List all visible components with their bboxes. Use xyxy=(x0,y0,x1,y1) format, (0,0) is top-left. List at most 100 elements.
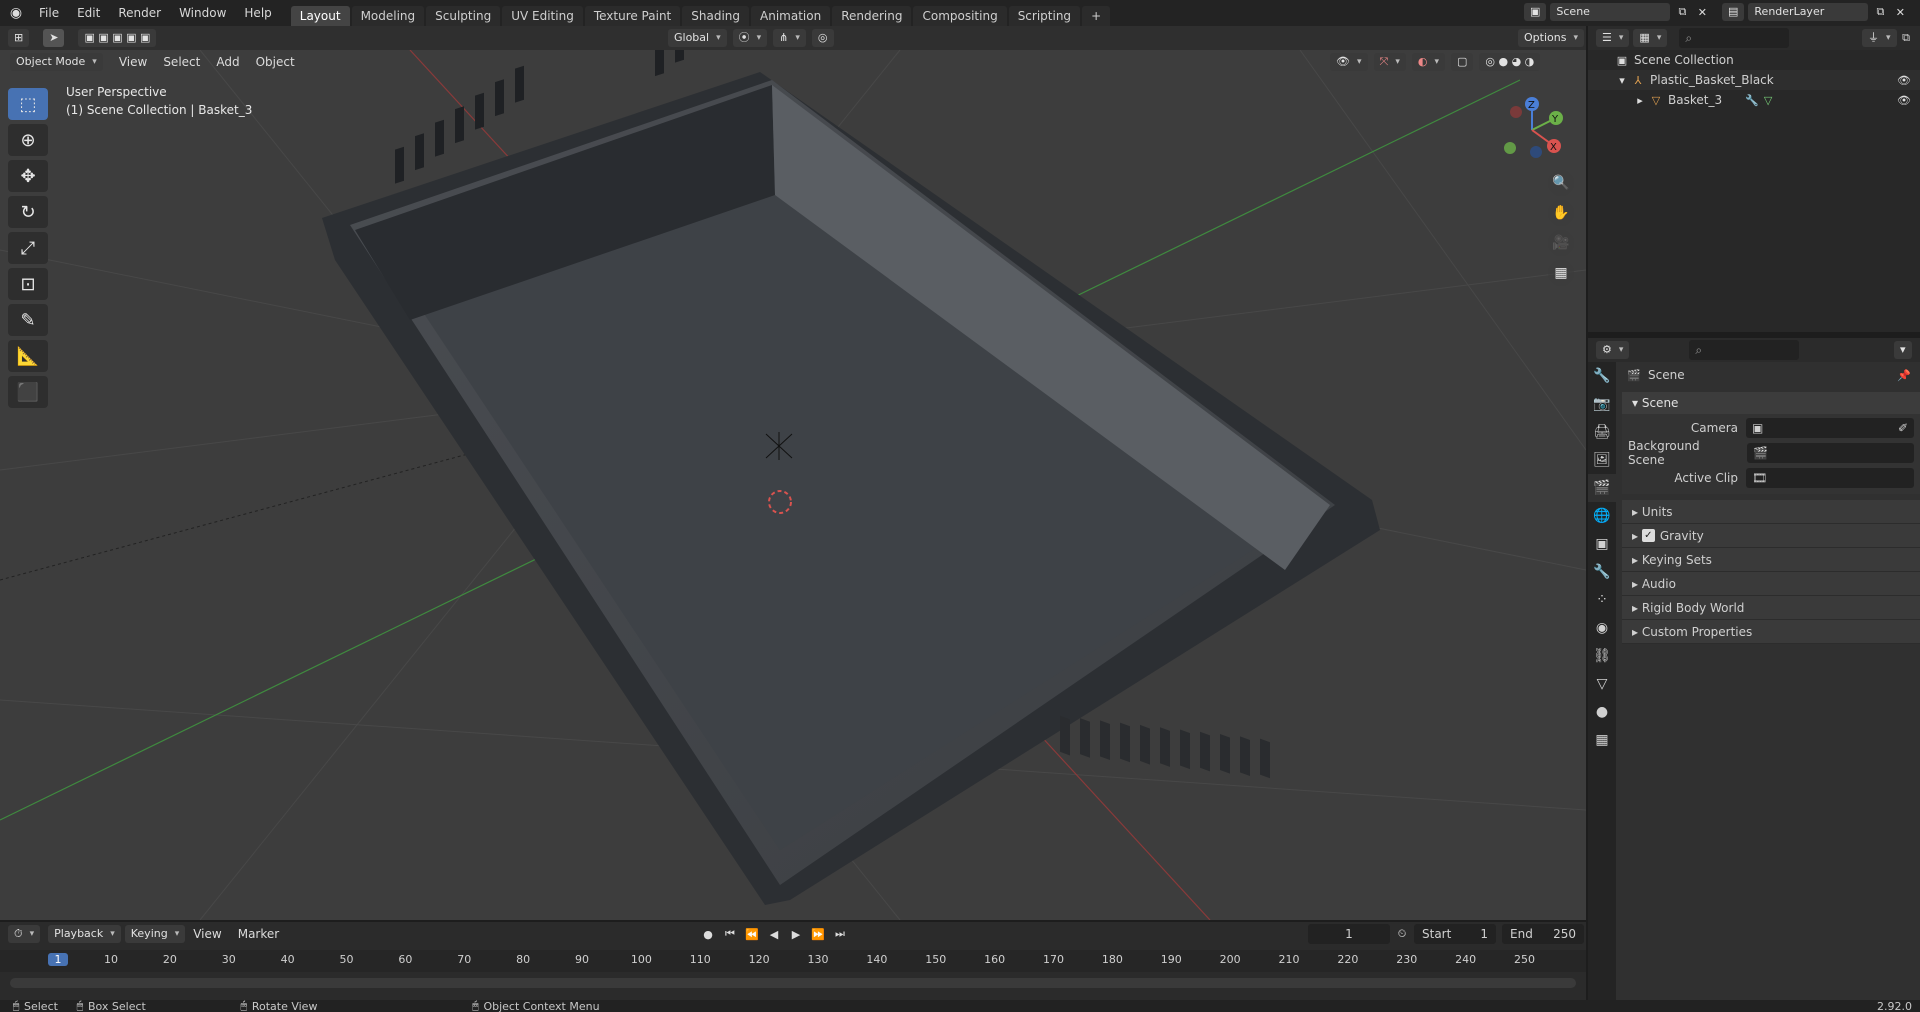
properties-search-input[interactable]: ⌕ xyxy=(1689,340,1800,360)
delete-scene-icon[interactable]: ✕ xyxy=(1694,4,1710,20)
subpanel-audio[interactable]: ▸ Audio xyxy=(1622,572,1920,596)
subpanel-gravity[interactable]: ▸ ✓ Gravity xyxy=(1622,524,1920,548)
data-tab-icon[interactable]: ▽ xyxy=(1588,670,1616,698)
particles-tab-icon[interactable]: ⁘ xyxy=(1588,586,1616,614)
layer-selector-icon[interactable]: ▤ xyxy=(1722,3,1745,21)
start-frame-field[interactable]: Start 1 xyxy=(1414,924,1496,944)
menu-window[interactable]: Window xyxy=(170,0,235,26)
next-keyframe-icon[interactable]: ⏩ xyxy=(810,926,826,942)
rotate-icon[interactable]: ↻ xyxy=(8,196,48,228)
scale-icon[interactable]: ⤢ xyxy=(8,232,48,264)
render-tab-icon[interactable]: 📷 xyxy=(1588,390,1616,418)
collapse-arrow-icon[interactable]: ▸ xyxy=(1632,92,1648,108)
end-frame-field[interactable]: End 250 xyxy=(1502,924,1584,944)
timeline-menu-view[interactable]: View xyxy=(185,927,229,941)
outliner-item-plastic-basket[interactable]: ▾ ⅄ Plastic_Basket_Black 👁 xyxy=(1588,70,1920,90)
select-tool-icon[interactable]: ➤ xyxy=(43,29,65,47)
tab-texture-paint[interactable]: Texture Paint xyxy=(584,6,681,26)
visibility-eye-icon[interactable]: 👁 xyxy=(1896,72,1912,88)
transform-orientation-dropdown[interactable]: Global xyxy=(668,29,727,47)
modifier-tab-icon[interactable]: 🔧 xyxy=(1588,558,1616,586)
visibility-eye-icon[interactable]: 👁 xyxy=(1896,92,1912,108)
select-box-icon[interactable]: ⬚ xyxy=(8,88,48,120)
delete-layer-icon[interactable]: ✕ xyxy=(1892,4,1908,20)
move-icon[interactable]: ✥ xyxy=(8,160,48,192)
record-icon[interactable]: ● xyxy=(700,926,716,942)
tab-modeling[interactable]: Modeling xyxy=(351,6,425,26)
pivot-point-icon[interactable]: ⦿ xyxy=(732,29,768,47)
menu-help[interactable]: Help xyxy=(235,0,280,26)
subpanel-keying-sets[interactable]: ▸ Keying Sets xyxy=(1622,548,1920,572)
frame-ruler[interactable]: 1 10 20 30 40 50 60 70 80 90 100 110 120 130 140 150 160… xyxy=(0,950,1586,972)
timeline-menu-marker[interactable]: Marker xyxy=(230,927,287,941)
playback-menu[interactable]: Playback xyxy=(48,925,121,943)
tab-layout[interactable]: Layout xyxy=(290,6,350,26)
gravity-checkbox[interactable]: ✓ xyxy=(1641,529,1655,542)
viewport-menu-view[interactable]: View xyxy=(111,55,155,69)
outliner-item-basket-3[interactable]: ▸ ▽ Basket_3 🔧 ▽ 👁 xyxy=(1588,90,1920,110)
measure-icon[interactable]: 📐 xyxy=(8,340,48,372)
tab-uv-editing[interactable]: UV Editing xyxy=(502,6,583,26)
menu-file[interactable]: File xyxy=(30,0,68,26)
subpanel-custom-properties[interactable]: ▸ Custom Properties xyxy=(1622,620,1920,644)
editor-type-icon[interactable]: ⊞ xyxy=(8,29,30,47)
subpanel-units[interactable]: ▸ Units xyxy=(1622,500,1920,524)
pin-icon[interactable]: 📌 xyxy=(1896,367,1912,383)
add-workspace-button[interactable]: + xyxy=(1082,6,1111,26)
preview-range-icon[interactable]: ⏲ xyxy=(1394,926,1410,942)
timeline-scrollbar[interactable] xyxy=(10,978,1576,988)
render-layer-field[interactable]: RenderLayer xyxy=(1748,3,1869,21)
annotate-icon[interactable]: ✎ xyxy=(8,304,48,336)
tab-animation[interactable]: Animation xyxy=(751,6,831,26)
new-collection-icon[interactable]: ⧉ xyxy=(1898,30,1914,46)
transform-icon[interactable]: ⊡ xyxy=(8,268,48,300)
shading-modes-icons[interactable]: ◎ ● ◕ ◑ xyxy=(1479,53,1541,71)
prev-keyframe-icon[interactable]: ⏪ xyxy=(744,926,760,942)
properties-editor-type-icon[interactable]: ⚙ xyxy=(1596,341,1630,359)
new-layer-icon[interactable]: ⧉ xyxy=(1872,4,1888,20)
cursor-icon[interactable]: ⊕ xyxy=(8,124,48,156)
tab-sculpting[interactable]: Sculpting xyxy=(426,6,501,26)
physics-tab-icon[interactable]: ◉ xyxy=(1588,614,1616,642)
camera-icon[interactable]: 🎥 xyxy=(1548,230,1574,256)
scene-tab-icon[interactable]: 🎬 xyxy=(1588,474,1616,502)
material-tab-icon[interactable]: ● xyxy=(1588,698,1616,726)
scene-name-field[interactable]: Scene xyxy=(1550,3,1671,21)
grid-ortho-icon[interactable]: ▦ xyxy=(1548,260,1574,286)
jump-end-icon[interactable]: ⏭ xyxy=(832,926,848,942)
tab-scripting[interactable]: Scripting xyxy=(1008,6,1081,26)
display-mode-icon[interactable]: ▦ xyxy=(1633,29,1668,47)
tab-rendering[interactable]: Rendering xyxy=(832,6,912,26)
play-reverse-icon[interactable]: ◀ xyxy=(766,926,782,942)
options-dropdown[interactable]: Options xyxy=(1518,29,1584,47)
add-cube-icon[interactable]: ⬛ xyxy=(8,376,48,408)
viewport-menu-select[interactable]: Select xyxy=(155,55,208,69)
outliner-root-row[interactable]: ▣ Scene Collection xyxy=(1588,50,1920,70)
scene-panel-header[interactable]: ▾ Scene xyxy=(1622,392,1920,414)
visibility-icon[interactable]: 👁 xyxy=(1330,53,1368,71)
new-scene-icon[interactable]: ⧉ xyxy=(1674,4,1690,20)
proportional-edit-icon[interactable]: ◎ xyxy=(811,29,834,47)
zoom-icon[interactable]: 🔍 xyxy=(1548,170,1574,196)
tab-shading[interactable]: Shading xyxy=(682,6,749,26)
expand-arrow-icon[interactable]: ▾ xyxy=(1614,72,1630,88)
subpanel-rigid-body-world[interactable]: ▸ Rigid Body World xyxy=(1622,596,1920,620)
object-mode-dropdown[interactable]: Object Mode xyxy=(10,53,103,71)
world-tab-icon[interactable]: 🌐 xyxy=(1588,502,1616,530)
xray-icon[interactable]: ▢ xyxy=(1450,53,1474,71)
tool-tab-icon[interactable]: 🔧 xyxy=(1588,362,1616,390)
navigation-gizmo[interactable]: Z Y X xyxy=(1492,90,1572,170)
tab-compositing[interactable]: Compositing xyxy=(913,6,1007,26)
play-icon[interactable]: ▶ xyxy=(788,926,804,942)
overlays-icon[interactable]: ◐ xyxy=(1411,53,1445,71)
menu-edit[interactable]: Edit xyxy=(68,0,109,26)
texture-tab-icon[interactable]: ▦ xyxy=(1588,726,1616,754)
scene-selector-icon[interactable]: ▣ xyxy=(1524,3,1547,21)
eyedropper-icon[interactable]: ✐ xyxy=(1898,421,1908,435)
properties-options-icon[interactable]: ▾ xyxy=(1894,341,1912,359)
constraints-tab-icon[interactable]: ⛓ xyxy=(1588,642,1616,670)
current-frame-field[interactable]: 1 xyxy=(1308,924,1390,944)
timeline-editor-type-icon[interactable]: ⏱ xyxy=(8,925,41,943)
gizmo-toggle-icon[interactable]: ⤧ xyxy=(1373,53,1406,71)
camera-field[interactable]: ▣ ✐ xyxy=(1746,418,1914,438)
